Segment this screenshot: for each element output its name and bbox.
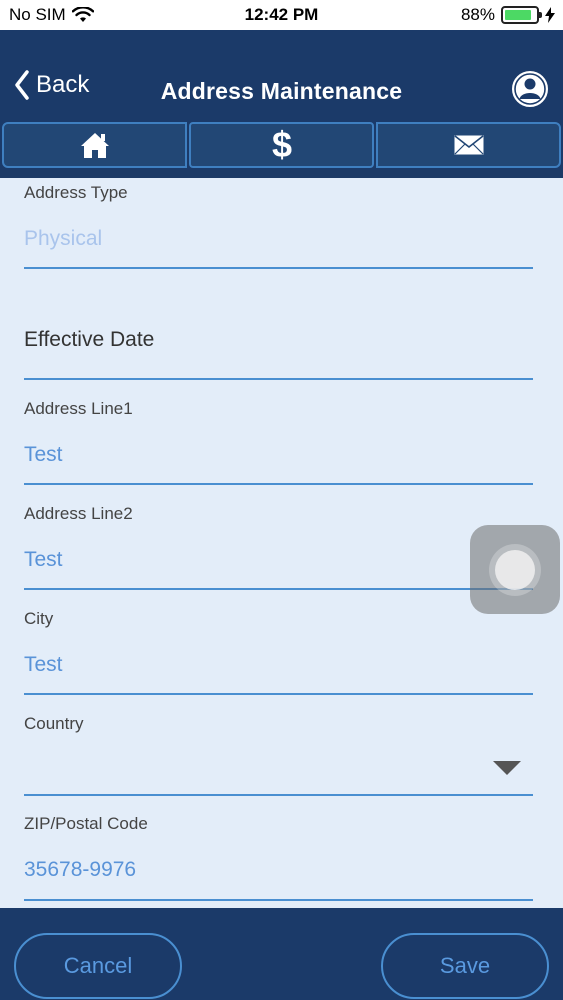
battery-fill — [505, 10, 532, 20]
home-icon — [80, 133, 109, 158]
city-field[interactable]: City Test — [24, 609, 533, 695]
battery-percent: 88% — [460, 5, 495, 24]
zip-field[interactable]: ZIP/Postal Code 35678-9976 — [24, 814, 533, 901]
action-bar: Cancel Save — [0, 908, 563, 1000]
page-title: Address Maintenance — [160, 78, 403, 104]
status-right: 88% — [461, 5, 555, 25]
save-button[interactable]: Save — [381, 933, 549, 999]
address-type-field[interactable]: Address Type Physical — [24, 183, 533, 269]
zip-label: ZIP/Postal Code — [24, 814, 148, 833]
effective-date-label: Effective Date — [24, 328, 155, 351]
country-label: Country — [24, 714, 84, 733]
address-line2-field[interactable]: Address Line2 Test — [24, 504, 533, 590]
assistive-touch-dot — [495, 550, 535, 590]
battery-icon — [501, 6, 542, 24]
svg-text:$: $ — [271, 127, 291, 163]
charging-bolt-icon — [545, 7, 555, 23]
zip-value: 35678-9976 — [24, 858, 137, 881]
dropdown-caret-icon[interactable] — [493, 761, 521, 775]
address-line1-value: Test — [24, 443, 63, 466]
tab-messages[interactable] — [376, 122, 561, 168]
address-line2-value: Test — [24, 548, 63, 571]
country-field[interactable]: Country — [24, 714, 533, 796]
tab-home[interactable] — [2, 122, 187, 168]
city-value: Test — [24, 653, 63, 676]
tab-bar: $ — [0, 120, 563, 170]
mail-icon — [454, 135, 483, 155]
assistive-touch-button[interactable] — [470, 525, 560, 614]
address-line2-label: Address Line2 — [24, 504, 133, 523]
profile-icon[interactable] — [511, 70, 549, 108]
address-line1-field[interactable]: Address Line1 Test — [24, 399, 533, 485]
status-bar: No SIM 12:42 PM 88% — [0, 0, 563, 30]
city-label: City — [24, 609, 54, 628]
navigation-bar: Back Address Maintenance — [0, 30, 563, 120]
address-type-label: Address Type — [24, 183, 128, 202]
tab-payments[interactable]: $ — [189, 122, 374, 168]
effective-date-field[interactable]: Effective Date — [24, 328, 533, 380]
address-type-placeholder: Physical — [24, 227, 103, 250]
dollar-icon: $ — [271, 127, 291, 163]
address-line1-label: Address Line1 — [24, 399, 133, 418]
cancel-button[interactable]: Cancel — [14, 933, 182, 999]
